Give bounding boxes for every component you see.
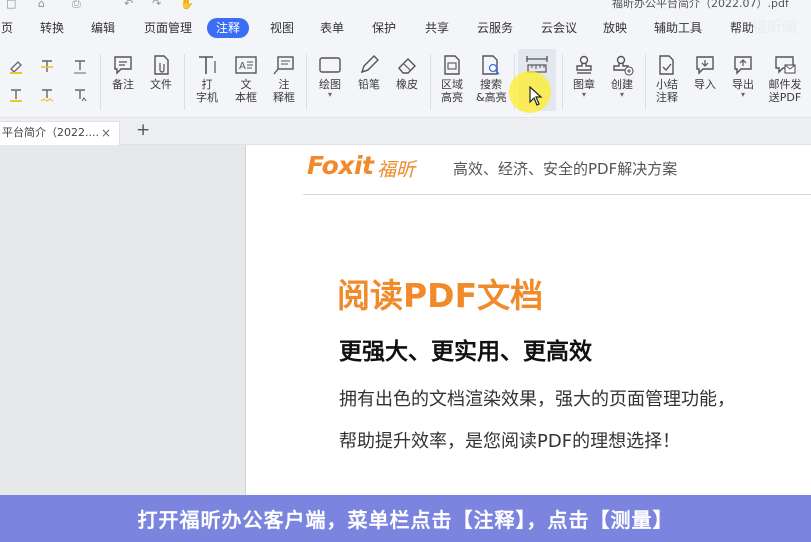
- create-stamp-button[interactable]: 创建 ▾: [608, 54, 636, 99]
- ribbon-separator: [645, 54, 646, 110]
- chevron-down-icon: ▾: [740, 90, 745, 99]
- page-title: 阅读PDF文档: [337, 276, 544, 315]
- strikeout-icon[interactable]: [39, 58, 55, 74]
- area-highlight-button[interactable]: 区域 高亮: [438, 54, 466, 104]
- page-slogan: 高效、经济、安全的PDF解决方案: [453, 160, 678, 178]
- chevron-down-icon: ▾: [327, 90, 332, 99]
- search-highlight-button[interactable]: 搜索 &高亮: [476, 54, 507, 104]
- navigation-pane: [0, 145, 246, 495]
- close-icon[interactable]: ×: [101, 122, 111, 144]
- typewriter-button[interactable]: 打 字机: [194, 54, 220, 104]
- drawing-button[interactable]: 绘图 ▾: [316, 54, 344, 99]
- document-tab-bar: 平台简介（2022.... × +: [0, 118, 811, 145]
- typewriter-icon: [199, 56, 216, 74]
- document-page: Foxit 福昕 高效、经济、安全的PDF解决方案 阅读PDF文档 更强大、更实…: [247, 145, 811, 495]
- page-subtitle: 更强大、更实用、更高效: [339, 339, 592, 365]
- foxit-logo-cn: 福昕: [377, 159, 416, 181]
- note-icon: [114, 56, 132, 75]
- area-highlight-icon: [444, 55, 460, 75]
- file-attachment-button[interactable]: 文件: [146, 54, 176, 91]
- eraser-icon: [398, 58, 416, 74]
- export-icon: [734, 56, 752, 75]
- note-button[interactable]: 备注: [108, 54, 138, 91]
- page-description-line-2: 帮助提升效率，是您阅读PDF的理想选择！: [339, 431, 681, 452]
- menu-item-protect[interactable]: 保护: [363, 18, 405, 38]
- new-tab-button[interactable]: +: [136, 120, 150, 140]
- insert-text-icon[interactable]: [72, 87, 88, 103]
- title-bar: □ ⌂ ⎙ ↶ ↷ ✋ 福昕办公平台简介（2022.07）.pdf: [0, 0, 811, 12]
- menu-item-cloud-meeting[interactable]: 云会议: [532, 18, 586, 38]
- ribbon-separator: [100, 54, 101, 110]
- ribbon-separator: [430, 54, 431, 110]
- ribbon-separator: [306, 54, 307, 110]
- summarize-comments-button[interactable]: 小结 注释: [653, 54, 681, 104]
- highlight-icon[interactable]: [8, 58, 24, 74]
- underline-icon[interactable]: [72, 58, 88, 74]
- foxit-logo: Foxit: [307, 151, 374, 180]
- menu-item-cloud-service[interactable]: 云服务: [468, 18, 522, 38]
- ribbon-separator: [184, 54, 185, 110]
- document-tab[interactable]: 平台简介（2022.... ×: [0, 121, 120, 145]
- hand-tool-icon[interactable]: ✋: [180, 0, 194, 10]
- pencil-icon: [360, 55, 379, 74]
- menu-item-convert[interactable]: 转换: [31, 18, 73, 38]
- ribbon-separator: [562, 54, 563, 110]
- watermark-text: 福昕阅: [752, 18, 798, 36]
- export-button[interactable]: 导出 ▾: [729, 54, 757, 99]
- print-icon[interactable]: ⎙: [72, 0, 81, 11]
- callout-icon: [273, 56, 294, 75]
- chevron-down-icon: ▾: [581, 90, 586, 99]
- textbox-button[interactable]: A 文 本框: [232, 54, 260, 104]
- quick-access-icon[interactable]: □: [6, 0, 16, 10]
- eraser-button[interactable]: 橡皮: [394, 54, 420, 91]
- create-stamp-icon: [613, 55, 634, 76]
- squiggly-icon[interactable]: [39, 87, 55, 103]
- email-pdf-button[interactable]: 邮件发 送PDF: [765, 54, 805, 104]
- import-icon: [696, 56, 714, 75]
- search-document-icon: [482, 55, 500, 75]
- redo-icon[interactable]: ↷: [152, 0, 161, 10]
- page-description-line-1: 拥有出色的文档渲染效果，强大的页面管理功能，: [339, 389, 735, 410]
- textbox-icon: A: [235, 56, 257, 74]
- pencil-button[interactable]: 铅笔: [356, 54, 382, 91]
- menu-item-edit[interactable]: 编辑: [82, 18, 124, 38]
- undo-icon[interactable]: ↶: [124, 0, 133, 10]
- menu-item-slideshow[interactable]: 放映: [594, 18, 636, 38]
- email-comment-icon: [775, 56, 796, 74]
- menu-item-home[interactable]: 页: [0, 18, 22, 38]
- header-divider: [303, 194, 811, 195]
- document-tab-label: 平台简介（2022....: [2, 126, 99, 139]
- mouse-cursor-icon: [529, 86, 543, 106]
- stamp-icon: [576, 55, 592, 74]
- ribbon-toolbar: 备注 文件 打 字机 A 文 本框 注 释框 绘图 ▾ 铅笔 橡皮 区域 高亮 …: [0, 46, 811, 118]
- caption-text: 打开福昕办公客户端，菜单栏点击【注释】，点击【测量】: [137, 508, 674, 532]
- menu-item-share[interactable]: 共享: [416, 18, 458, 38]
- menu-item-form[interactable]: 表单: [311, 18, 353, 38]
- stamp-button[interactable]: 图章 ▾: [570, 54, 598, 99]
- svg-text:A: A: [239, 61, 246, 72]
- menu-item-view[interactable]: 视图: [261, 18, 303, 38]
- menu-item-comment[interactable]: 注释: [207, 18, 250, 38]
- home-icon[interactable]: ⌂: [38, 0, 45, 10]
- window-title: 福昕办公平台简介（2022.07）.pdf: [612, 0, 789, 10]
- menu-item-page-manage[interactable]: 页面管理: [135, 18, 201, 38]
- underline-text-icon[interactable]: [8, 87, 24, 103]
- rectangle-shape-icon: [319, 57, 341, 73]
- paperclip-icon: [154, 55, 169, 75]
- menu-item-tools[interactable]: 辅助工具: [645, 18, 711, 38]
- summary-document-icon: [659, 55, 674, 75]
- chevron-down-icon: ▾: [619, 90, 624, 99]
- import-button[interactable]: 导入: [691, 54, 719, 91]
- tutorial-caption: 打开福昕办公客户端，菜单栏点击【注释】，点击【测量】: [0, 495, 811, 542]
- menu-bar: 页 转换 编辑 页面管理 注释 视图 表单 保护 共享 云服务 云会议 放映 辅…: [0, 12, 811, 46]
- callout-button[interactable]: 注 释框: [270, 54, 298, 104]
